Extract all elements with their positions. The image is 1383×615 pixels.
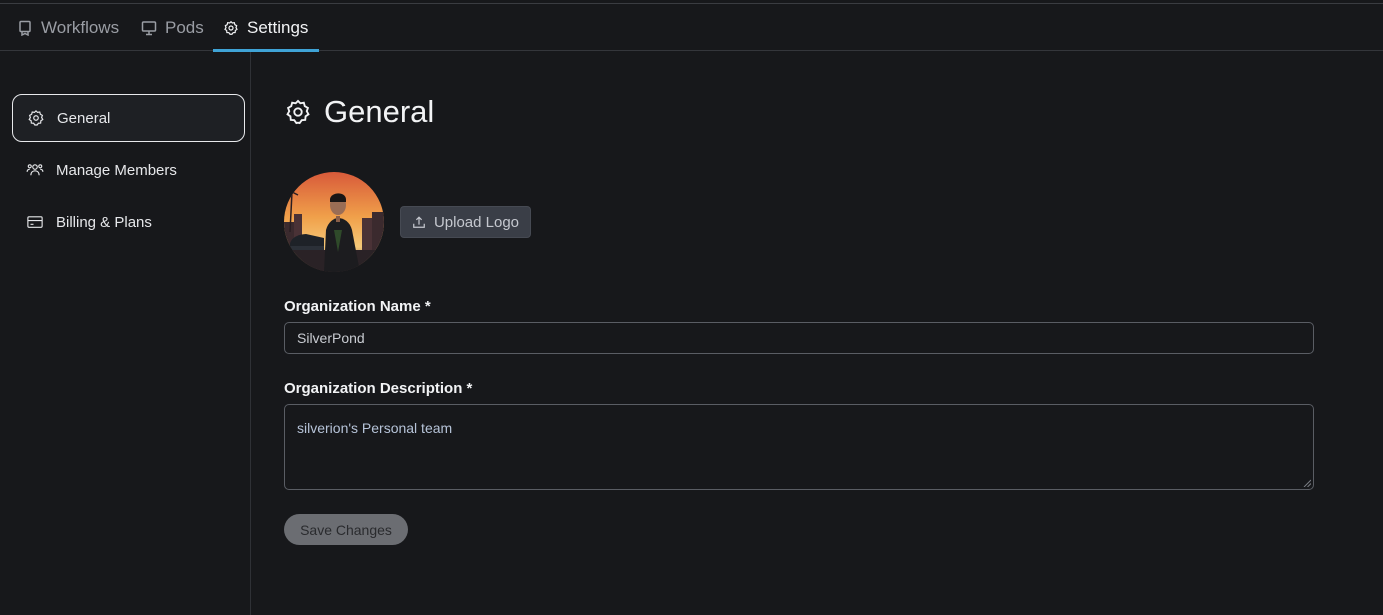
org-description-value: silverion's Personal team: [297, 420, 453, 436]
upload-logo-button[interactable]: Upload Logo: [400, 206, 531, 238]
sidebar-item-general[interactable]: General: [12, 94, 245, 142]
settings-main: General Upload Logo Organization Name * …: [252, 52, 1383, 615]
users-icon: [26, 164, 44, 176]
top-navigation: Workflows Pods Settings: [0, 4, 1383, 52]
settings-sidebar: General Manage Members Billing & Plans: [0, 52, 251, 615]
org-name-value: SilverPond: [297, 330, 365, 346]
tab-pods[interactable]: Pods: [141, 4, 204, 51]
resize-handle-icon[interactable]: [1303, 479, 1311, 487]
gear-icon: [224, 20, 238, 35]
save-changes-button[interactable]: Save Changes: [284, 514, 408, 545]
gear-icon: [286, 99, 310, 125]
org-description-textarea[interactable]: silverion's Personal team: [284, 404, 1314, 490]
sidebar-item-label: Manage Members: [56, 161, 177, 179]
tab-label: Workflows: [41, 17, 120, 37]
tab-settings[interactable]: Settings: [212, 4, 320, 52]
tab-label: Pods: [165, 17, 204, 37]
tab-label: Settings: [247, 17, 309, 37]
save-changes-label: Save Changes: [300, 521, 392, 538]
page-title-text: General: [324, 94, 435, 129]
page-title: General: [284, 94, 434, 130]
org-name-label: Organization Name *: [284, 298, 431, 315]
org-description-label: Organization Description *: [284, 380, 473, 397]
organization-logo: [284, 172, 384, 272]
monitor-icon: [141, 20, 157, 35]
sidebar-item-billing-plans[interactable]: Billing & Plans: [12, 198, 245, 246]
tab-workflows[interactable]: Workflows: [17, 4, 119, 51]
org-name-input[interactable]: SilverPond: [284, 322, 1314, 354]
upload-logo-label: Upload Logo: [433, 213, 520, 231]
sidebar-item-manage-members[interactable]: Manage Members: [12, 146, 245, 194]
credit-card-icon: [27, 216, 43, 228]
sidebar-item-label: General: [57, 109, 111, 127]
upload-icon: [413, 216, 425, 228]
sidebar-item-label: Billing & Plans: [56, 213, 152, 231]
workflows-icon: [19, 20, 31, 36]
gear-icon: [28, 110, 44, 126]
